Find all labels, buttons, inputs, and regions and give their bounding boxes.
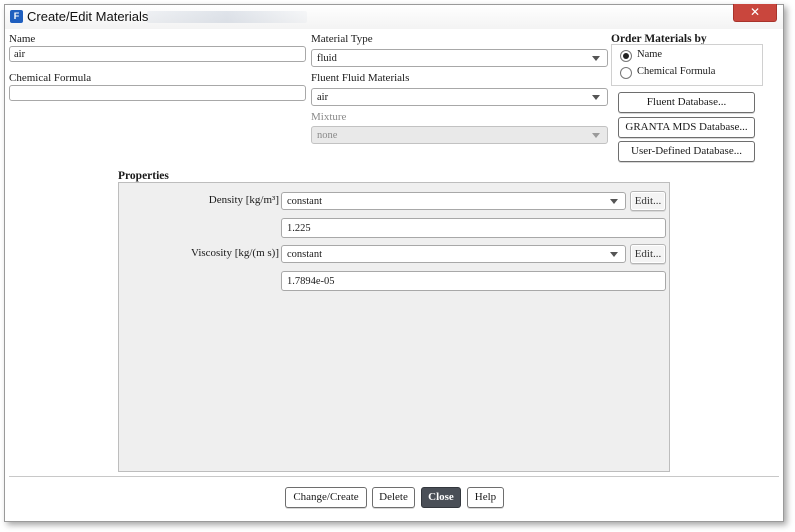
order-by-chemical-formula-label: Chemical Formula — [637, 66, 716, 77]
name-label: Name — [9, 33, 36, 45]
material-type-dropdown[interactable]: fluid — [311, 49, 608, 67]
density-method-selected: constant — [287, 196, 322, 207]
chevron-down-icon — [610, 252, 618, 257]
properties-panel: Density [kg/m³] constant Edit... 1.225 V… — [118, 182, 670, 472]
chevron-down-icon — [592, 133, 600, 138]
chevron-down-icon — [592, 95, 600, 100]
density-method-dropdown[interactable]: constant — [281, 192, 626, 210]
mixture-label: Mixture — [311, 111, 347, 123]
help-button[interactable]: Help — [467, 487, 504, 508]
density-value-input[interactable]: 1.225 — [281, 218, 666, 238]
radio-unselected-icon[interactable] — [620, 67, 632, 79]
chemical-formula-input[interactable] — [9, 85, 306, 101]
create-edit-materials-dialog: F Create/Edit Materials ✕ Name air Chemi… — [4, 4, 784, 522]
fluent-fluid-materials-selected: air — [317, 92, 329, 103]
viscosity-method-selected: constant — [287, 249, 322, 260]
background-window-ghost — [147, 11, 307, 23]
chevron-down-icon — [592, 56, 600, 61]
density-edit-button[interactable]: Edit... — [630, 191, 666, 211]
fluent-app-icon: F — [10, 10, 23, 23]
order-materials-by-group: Name Chemical Formula — [611, 44, 763, 86]
close-button[interactable]: Close — [421, 487, 461, 508]
granta-mds-database-button[interactable]: GRANTA MDS Database... — [618, 117, 755, 138]
density-label: Density [kg/m³] — [208, 194, 279, 206]
viscosity-method-dropdown[interactable]: constant — [281, 245, 626, 263]
delete-button[interactable]: Delete — [372, 487, 415, 508]
viscosity-edit-button[interactable]: Edit... — [630, 244, 666, 264]
window-title: Create/Edit Materials — [27, 9, 149, 24]
fluent-fluid-materials-dropdown[interactable]: air — [311, 88, 608, 106]
material-type-label: Material Type — [311, 33, 373, 45]
properties-title: Properties — [118, 170, 169, 182]
window-close-button[interactable]: ✕ — [733, 4, 777, 22]
change-create-button[interactable]: Change/Create — [285, 487, 367, 508]
fluent-database-button[interactable]: Fluent Database... — [618, 92, 755, 113]
chevron-down-icon — [610, 199, 618, 204]
material-type-selected: fluid — [317, 53, 337, 64]
order-by-name-label: Name — [637, 49, 663, 60]
radio-selected-icon[interactable] — [620, 50, 632, 62]
name-input[interactable]: air — [9, 46, 306, 62]
mixture-dropdown: none — [311, 126, 608, 144]
mixture-selected: none — [317, 130, 338, 141]
fluent-fluid-materials-label: Fluent Fluid Materials — [311, 72, 410, 84]
title-bar[interactable]: F Create/Edit Materials ✕ — [5, 4, 783, 29]
viscosity-value-input[interactable]: 1.7894e-05 — [281, 271, 666, 291]
chemical-formula-label: Chemical Formula — [9, 72, 92, 84]
bottom-separator — [9, 476, 779, 477]
viscosity-label: Viscosity [kg/(m s)] — [191, 247, 279, 259]
user-defined-database-button[interactable]: User-Defined Database... — [618, 141, 755, 162]
